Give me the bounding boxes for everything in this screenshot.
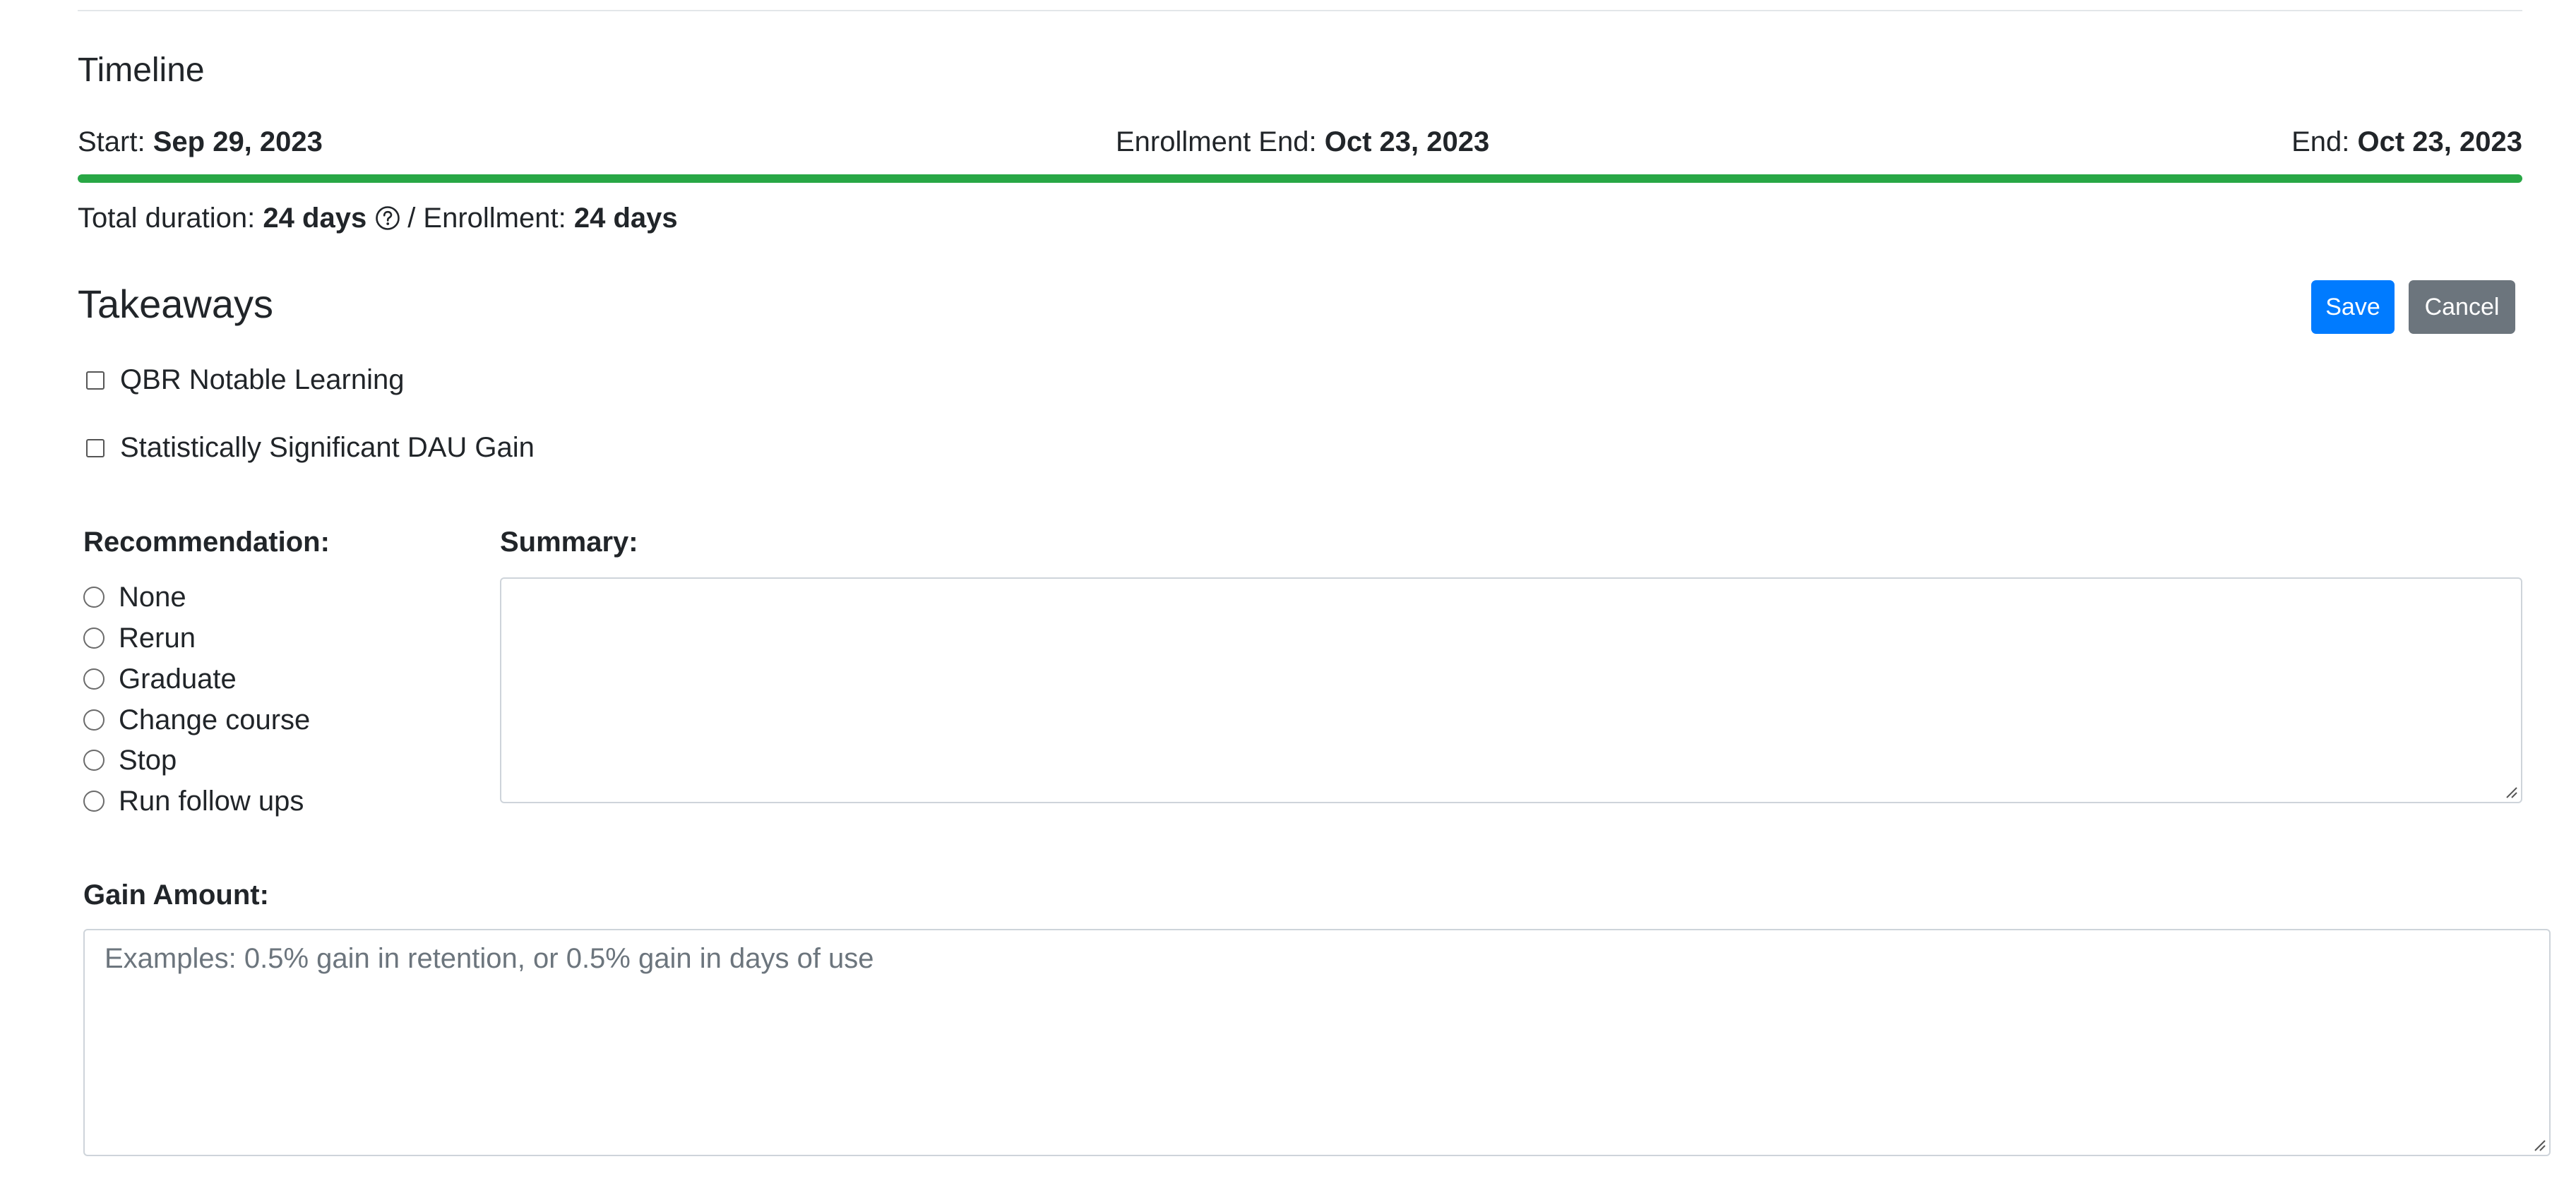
start-date: Sep 29, 2023 — [153, 126, 323, 157]
total-duration-value: 24 days — [263, 203, 367, 234]
checkbox-label: Statistically Significant DAU Gain — [120, 432, 535, 463]
timeline-start: Start: Sep 29, 2023 — [78, 123, 323, 161]
recommendation-label: Recommendation: — [83, 527, 330, 558]
cancel-button[interactable]: Cancel — [2409, 280, 2515, 334]
gain-amount-placeholder: Examples: 0.5% gain in retention, or 0.5… — [105, 943, 874, 974]
checkbox-row-qbr[interactable]: QBR Notable Learning — [86, 364, 404, 396]
enrollment-end-date: Oct 23, 2023 — [1324, 126, 1490, 157]
radio-button[interactable] — [83, 750, 105, 771]
radio-button[interactable] — [83, 709, 105, 731]
end-date: Oct 23, 2023 — [2357, 126, 2523, 157]
radio-label: Stop — [119, 744, 177, 776]
timeline-end: End: Oct 23, 2023 — [2291, 123, 2522, 161]
radio-option-change-course[interactable]: Change course — [83, 703, 310, 737]
summary-label: Summary: — [500, 527, 638, 558]
checkbox-row-dau-gain[interactable]: Statistically Significant DAU Gain — [86, 432, 535, 464]
radio-label: Rerun — [119, 622, 196, 654]
gain-amount-label: Gain Amount: — [83, 879, 269, 911]
radio-option-run-follow-ups[interactable]: Run follow ups — [83, 784, 304, 818]
top-divider — [78, 10, 2522, 11]
qbr-notable-learning-checkbox[interactable] — [86, 371, 105, 390]
duration-summary: Total duration: 24 days / Enrollment: 24… — [78, 199, 678, 237]
radio-button[interactable] — [83, 668, 105, 690]
resize-grip-icon[interactable] — [2531, 1136, 2546, 1152]
radio-button[interactable] — [83, 791, 105, 812]
takeaways-title: Takeaways — [78, 282, 274, 326]
timeline-progress-bar — [78, 174, 2522, 183]
summary-textarea[interactable] — [500, 577, 2522, 803]
question-circle-icon[interactable] — [375, 205, 400, 231]
start-label: Start: — [78, 126, 145, 157]
checkbox-label: QBR Notable Learning — [120, 364, 405, 395]
resize-grip-icon[interactable] — [2503, 783, 2518, 799]
timeline-title: Timeline — [78, 52, 205, 89]
radio-label: Run follow ups — [119, 785, 304, 817]
enrollment-label: / Enrollment: — [407, 203, 566, 234]
radio-label: None — [119, 581, 186, 613]
radio-label: Graduate — [119, 663, 237, 695]
enrollment-value: 24 days — [573, 203, 678, 234]
radio-option-stop[interactable]: Stop — [83, 743, 177, 777]
radio-button[interactable] — [83, 627, 105, 649]
radio-option-rerun[interactable]: Rerun — [83, 621, 196, 655]
radio-button[interactable] — [83, 587, 105, 608]
radio-option-graduate[interactable]: Graduate — [83, 662, 237, 696]
dau-gain-checkbox[interactable] — [86, 438, 105, 457]
gain-amount-textarea[interactable]: Examples: 0.5% gain in retention, or 0.5… — [83, 929, 2551, 1156]
radio-option-none[interactable]: None — [83, 580, 186, 614]
enrollment-end-label: Enrollment End: — [1116, 126, 1317, 157]
end-label: End: — [2291, 126, 2350, 157]
radio-label: Change course — [119, 704, 311, 735]
total-duration-label: Total duration: — [78, 203, 256, 234]
timeline-enrollment-end: Enrollment End: Oct 23, 2023 — [1116, 123, 1489, 161]
save-button[interactable]: Save — [2311, 280, 2395, 334]
